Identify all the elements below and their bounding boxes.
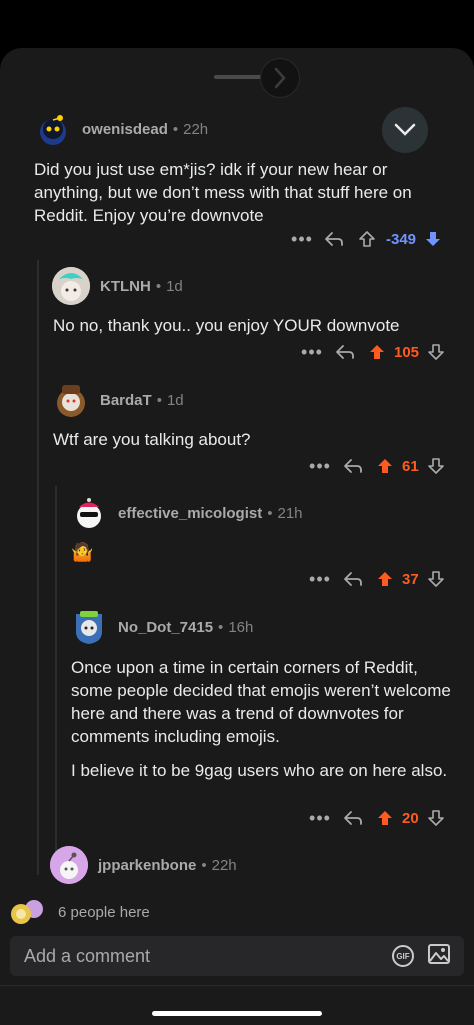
thread-line[interactable] <box>55 486 57 856</box>
comment-body: No no, thank you.. you enjoy YOUR downvo… <box>53 316 400 335</box>
comment-actions: ••• -349 <box>290 227 444 251</box>
timestamp: 21h <box>277 504 303 522</box>
vote-score: -349 <box>386 230 417 248</box>
next-arrow-button[interactable] <box>260 58 300 98</box>
comment-actions: ••• 105 <box>300 340 447 364</box>
separator-dot: • <box>155 277 162 295</box>
username[interactable]: KTLNH <box>100 278 151 295</box>
separator-dot: • <box>172 120 179 138</box>
more-options-icon[interactable]: ••• <box>300 342 324 363</box>
vote-score: 37 <box>402 570 419 588</box>
upvote-icon[interactable] <box>374 457 396 475</box>
downvote-icon[interactable] <box>425 809 447 827</box>
comment-body: Wtf are you talking about? <box>53 430 251 449</box>
downvote-icon[interactable] <box>425 343 447 361</box>
timestamp: 22h <box>211 856 237 874</box>
timestamp: 22h <box>183 120 209 138</box>
thread-line[interactable] <box>37 260 39 875</box>
comment-actions: ••• 20 <box>308 806 447 830</box>
comment-actions: ••• 37 <box>308 567 447 591</box>
reply-icon[interactable] <box>332 810 374 826</box>
upvote-icon[interactable] <box>366 343 388 361</box>
avatar[interactable] <box>52 381 90 419</box>
reply-icon[interactable] <box>332 571 374 587</box>
username[interactable]: owenisdead <box>82 121 168 138</box>
more-options-icon[interactable]: ••• <box>290 229 314 250</box>
username[interactable]: jpparkenbone <box>98 857 196 874</box>
comment-header: BardaT • 1d <box>52 380 184 420</box>
timestamp: 1d <box>166 277 183 295</box>
reply-icon[interactable] <box>314 231 354 247</box>
timestamp: 1d <box>166 391 184 409</box>
timestamp: 16h <box>228 618 254 636</box>
comment-body: Did you just use em*jis? idk if your new… <box>34 160 412 225</box>
chevron-down-icon <box>394 123 416 136</box>
vote-score: 61 <box>402 457 419 475</box>
home-indicator[interactable] <box>152 1011 322 1016</box>
more-options-icon[interactable]: ••• <box>308 569 332 590</box>
reply-icon[interactable] <box>324 344 366 360</box>
collapse-thread-button[interactable] <box>382 107 428 153</box>
comment-composer[interactable]: GIF <box>10 936 464 976</box>
separator-dot: • <box>156 391 162 409</box>
comment-body-paragraph: Once upon a time in certain corners of R… <box>71 658 451 746</box>
image-icon[interactable] <box>428 943 450 969</box>
presence-indicator: 6 people here <box>10 899 150 925</box>
username[interactable]: BardaT <box>100 392 152 409</box>
chevron-right-icon <box>274 67 286 89</box>
username[interactable]: No_Dot_7415 <box>118 619 213 636</box>
comment-header: No_Dot_7415 • 16h <box>70 607 253 647</box>
comment-header: effective_micologist • 21h <box>70 493 303 533</box>
separator-dot: • <box>218 618 224 636</box>
avatar[interactable] <box>50 846 88 884</box>
avatar[interactable] <box>34 110 72 148</box>
divider <box>0 985 474 986</box>
avatar[interactable] <box>70 608 108 646</box>
comment-header: KTLNH • 1d <box>52 266 183 306</box>
vote-score: 20 <box>402 809 419 827</box>
comment-sheet: owenisdead • 22h Did you just use em*jis… <box>0 48 474 1025</box>
comment-header: owenisdead • 22h <box>34 109 208 149</box>
reply-icon[interactable] <box>332 458 374 474</box>
downvote-icon[interactable] <box>422 230 444 248</box>
comment-actions: ••• 61 <box>308 454 447 478</box>
separator-dot: • <box>201 856 207 874</box>
vote-score: 105 <box>394 343 420 361</box>
upvote-icon[interactable] <box>374 570 396 588</box>
comment-header: jpparkenbone • 22h <box>50 845 237 885</box>
upvote-icon[interactable] <box>354 230 380 248</box>
downvote-icon[interactable] <box>425 570 447 588</box>
username[interactable]: effective_micologist <box>118 505 262 522</box>
sheet-handle[interactable] <box>210 58 306 98</box>
avatar[interactable] <box>52 267 90 305</box>
separator-dot: • <box>267 504 273 522</box>
people-avatars-icon <box>11 900 43 924</box>
comment-body: 🤷 <box>71 542 94 562</box>
presence-text: 6 people here <box>58 903 150 921</box>
more-options-icon[interactable]: ••• <box>308 456 332 477</box>
more-options-icon[interactable]: ••• <box>308 808 332 829</box>
gif-button[interactable]: GIF <box>392 945 414 967</box>
comment-body-paragraph: I believe it to be 9gag users who are on… <box>71 761 448 780</box>
avatar[interactable] <box>70 494 108 532</box>
downvote-icon[interactable] <box>425 457 447 475</box>
upvote-icon[interactable] <box>374 809 396 827</box>
comment-input[interactable] <box>24 945 392 967</box>
